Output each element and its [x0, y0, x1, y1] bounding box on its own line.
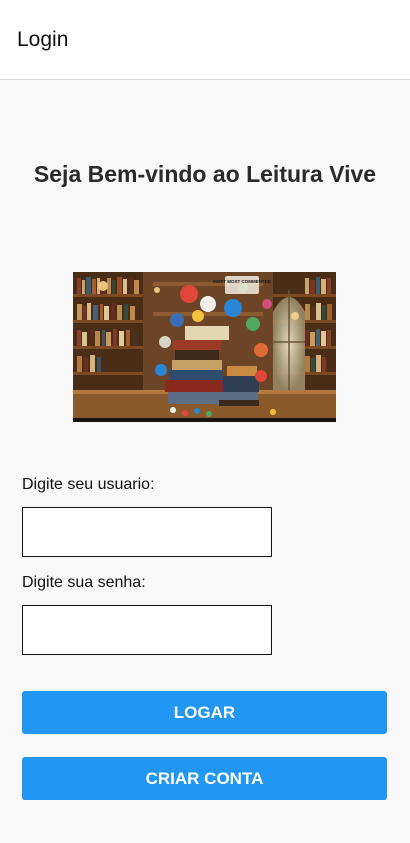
welcome-heading: Seja Bem-vindo ao Leitura Vive	[33, 161, 377, 187]
login-page: Seja Bem-vindo ao Leitura Vive MOST MOST…	[0, 80, 410, 843]
password-label: Digite sua senha:	[22, 574, 146, 591]
app-header: Login	[0, 0, 410, 80]
username-input[interactable]	[22, 507, 272, 557]
hero-badge-text: MOST MOST COMMENTED	[213, 279, 272, 284]
login-button[interactable]: LOGAR	[22, 691, 387, 734]
header-title: Login	[17, 27, 69, 51]
library-illustration: MOST MOST COMMENTED	[73, 272, 336, 422]
create-account-button[interactable]: CRIAR CONTA	[22, 757, 387, 800]
hero-image: MOST MOST COMMENTED	[73, 272, 336, 422]
password-input[interactable]	[22, 605, 272, 655]
username-label: Digite seu usuario:	[22, 476, 155, 493]
